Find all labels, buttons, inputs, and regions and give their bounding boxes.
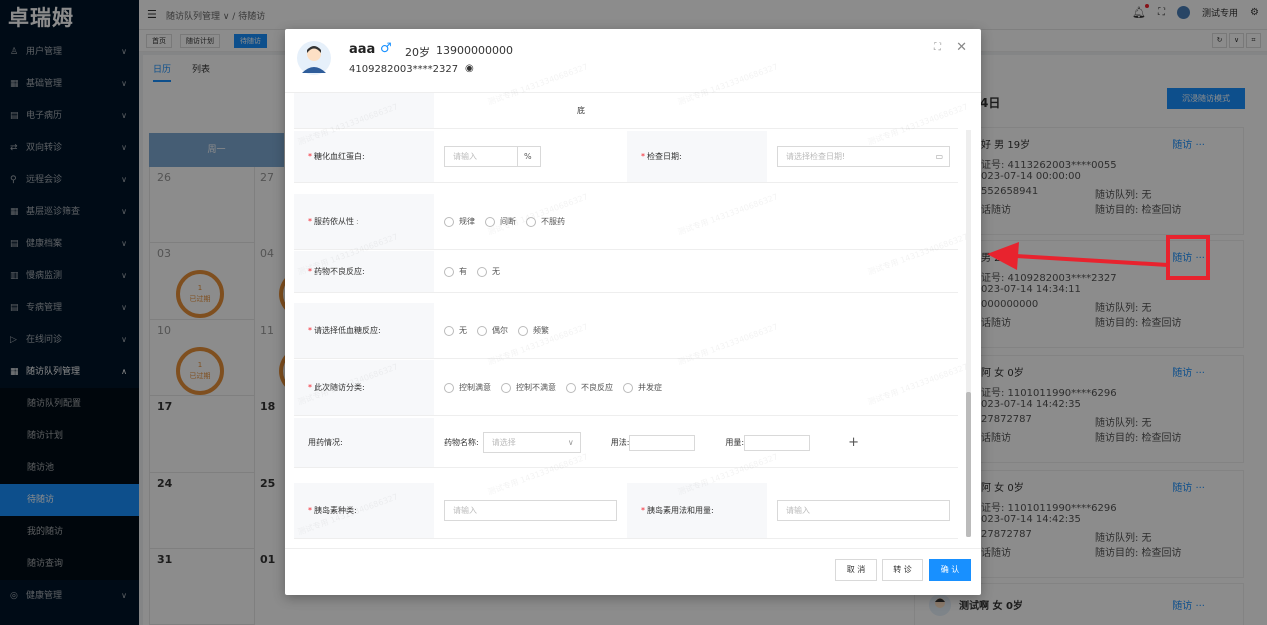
hypo-label-text: 请选择低血糖反应: bbox=[314, 326, 381, 335]
form-row-medication: 用药情况: 药物名称: 请选择 ∨ 用法: 用量: + bbox=[294, 418, 958, 468]
usage-input[interactable] bbox=[629, 434, 696, 451]
radio-option-label: 偶尔 bbox=[492, 326, 508, 335]
compliance-label-text: 服药依从性 bbox=[314, 217, 354, 226]
radio-circle-icon bbox=[566, 382, 576, 393]
check-date-label-text: 检查日期: bbox=[647, 152, 682, 161]
transfer-button[interactable]: 转 诊 bbox=[882, 559, 923, 581]
radio-option[interactable]: 控制满意 bbox=[444, 382, 491, 393]
check-date-placeholder: 请选择检查日期! bbox=[786, 152, 846, 161]
radio-circle-icon bbox=[444, 216, 454, 227]
radio-option[interactable]: 控制不满意 bbox=[501, 382, 556, 393]
patient-avatar bbox=[297, 41, 331, 75]
annotation-arrow bbox=[987, 242, 1169, 270]
radio-option[interactable]: 有 bbox=[444, 266, 467, 277]
radio-option-label: 有 bbox=[459, 267, 467, 276]
modal-footer: 取 消 转 诊 确 认 bbox=[285, 548, 981, 595]
radio-option[interactable]: 无 bbox=[477, 266, 500, 277]
patient-header: aaa ♂ 20岁 13900000000 4109282003****2327… bbox=[285, 29, 981, 93]
radio-circle-icon bbox=[444, 325, 454, 336]
scrollbar-thumb[interactable] bbox=[966, 392, 971, 537]
cancel-button[interactable]: 取 消 bbox=[835, 559, 877, 581]
close-icon[interactable]: ✕ bbox=[956, 40, 967, 55]
radio-option[interactable]: 偶尔 bbox=[477, 325, 508, 336]
radio-circle-icon bbox=[501, 382, 511, 393]
patient-idcard: 4109282003****2327 bbox=[349, 64, 459, 75]
male-icon: ♂ bbox=[380, 41, 392, 56]
insulin-type-field: 请输入 bbox=[435, 483, 627, 538]
modal-scrollbar[interactable] bbox=[966, 130, 971, 537]
check-date-label: * 检查日期: bbox=[627, 131, 767, 182]
insulin-usage-field: 请输入 bbox=[768, 483, 958, 538]
radio-option-label: 无 bbox=[459, 326, 467, 335]
drug-name-placeholder: 请选择 bbox=[491, 438, 516, 447]
expand-icon[interactable]: ⛶ bbox=[934, 42, 941, 53]
hba1c-label-text: 糖化血红蛋白: bbox=[314, 152, 365, 161]
category-label: * 此次随访分类: bbox=[294, 360, 434, 415]
radio-option-label: 并发症 bbox=[638, 383, 662, 392]
radio-circle-icon bbox=[518, 325, 528, 336]
radio-circle-icon bbox=[623, 382, 633, 393]
chevron-down-icon: ∨ bbox=[567, 438, 574, 447]
form-row-adverse: * 药物不良反应: 有无 bbox=[294, 251, 958, 293]
radio-circle-icon bbox=[477, 325, 487, 336]
compliance-label: * 服药依从性: bbox=[294, 194, 434, 249]
confirm-button[interactable]: 确 认 bbox=[929, 559, 971, 581]
radio-option[interactable]: 规律 bbox=[444, 216, 475, 227]
follow-up-modal: aaa ♂ 20岁 13900000000 4109282003****2327… bbox=[285, 29, 981, 595]
radio-option-label: 控制满意 bbox=[459, 383, 491, 392]
form-row-hypo: * 请选择低血糖反应: 无 偶尔 频繁 bbox=[294, 303, 958, 359]
form-body: 底 * 糖化血红蛋白: 请输入 % * 检查日期: 请选择检查日期! ▭ * 服药依从性… bbox=[294, 93, 958, 545]
usage-label: 用法: bbox=[610, 438, 630, 447]
drug-name-select[interactable]: 请选择 ∨ bbox=[482, 432, 581, 453]
radio-circle-icon bbox=[444, 266, 454, 277]
radio-option[interactable]: 频繁 bbox=[518, 325, 549, 336]
insulin-type-input[interactable]: 请输入 bbox=[444, 500, 617, 521]
dose-input[interactable] bbox=[744, 434, 811, 451]
hba1c-field: 请输入 % bbox=[435, 131, 627, 182]
radio-option[interactable]: 并发症 bbox=[623, 382, 662, 393]
add-medication-button[interactable]: + bbox=[848, 435, 859, 450]
medication-label: 用药情况: bbox=[294, 418, 434, 467]
radio-option-label: 控制不满意 bbox=[516, 383, 556, 392]
radio-option-label: 不良反应 bbox=[581, 383, 613, 392]
radio-option[interactable]: 不良反应 bbox=[566, 382, 613, 393]
patient-name: aaa bbox=[349, 42, 376, 57]
patient-age: 20岁 bbox=[405, 46, 430, 59]
radio-circle-icon bbox=[477, 266, 487, 277]
radio-option-label: 规律 bbox=[459, 217, 475, 226]
medication-fields: 药物名称: 请选择 ∨ 用法: 用量: + bbox=[435, 418, 958, 467]
radio-circle-icon bbox=[444, 382, 454, 393]
radio-option-label: 无 bbox=[492, 267, 500, 276]
check-date-input[interactable]: 请选择检查日期! ▭ bbox=[777, 146, 950, 167]
eye-hidden-icon[interactable]: ◉ bbox=[465, 63, 474, 74]
patient-phone: 13900000000 bbox=[436, 44, 513, 57]
category-options: 控制满意 控制不满意 不良反应 并发症 bbox=[435, 360, 958, 415]
dose-label: 用量: bbox=[725, 438, 745, 447]
insulin-usage-label-text: 胰岛素用法和用量: bbox=[647, 506, 714, 515]
highlight-box bbox=[1166, 235, 1210, 280]
check-date-field: 请选择检查日期! ▭ bbox=[768, 131, 958, 182]
hypo-label: * 请选择低血糖反应: bbox=[294, 303, 434, 358]
radio-option[interactable]: 无 bbox=[444, 325, 467, 336]
calendar-icon: ▭ bbox=[935, 152, 943, 161]
hba1c-unit: % bbox=[518, 146, 541, 167]
insulin-usage-input[interactable]: 请输入 bbox=[777, 500, 950, 521]
form-row-hba1c: * 糖化血红蛋白: 请输入 % * 检查日期: 请选择检查日期! ▭ bbox=[294, 131, 958, 183]
drug-name-label: 药物名称: bbox=[444, 438, 479, 447]
hba1c-input[interactable]: 请输入 bbox=[444, 146, 518, 167]
